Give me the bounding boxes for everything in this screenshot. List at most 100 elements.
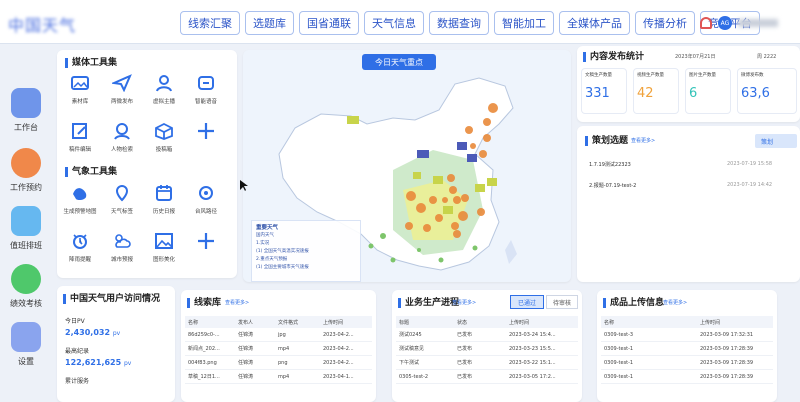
tool-rain-alert[interactable]: 降雨提醒 (61, 230, 99, 263)
sidebar-item-appointment[interactable]: 工作预约 (6, 148, 46, 193)
table-row[interactable]: 0309-test-1 2023-03-09 17:28:39 (601, 356, 773, 370)
legend-item[interactable]: 1.实况 (256, 240, 356, 248)
weather-icon (111, 230, 133, 252)
table-row[interactable]: 下午测试 已发布 2023-03-22 15:1... (396, 356, 578, 370)
visits-title: 中国天气用户访问情况 (63, 294, 160, 304)
nav-tab-all-media[interactable]: 全媒体产品 (559, 11, 630, 35)
tool-gallery[interactable]: 素材库 (61, 72, 99, 105)
stat-label: 视频生产数量 (637, 73, 664, 78)
stats-extra: 周 2222 (757, 54, 777, 60)
visit-value: 122,621,625 pv (65, 358, 132, 367)
tab-approved[interactable]: 已通过 (510, 295, 544, 309)
chart-icon (11, 264, 41, 294)
sidebar-item-performance[interactable]: 绩效考核 (6, 264, 46, 309)
legend-item[interactable]: 2.重点天气预报 (256, 256, 356, 264)
username[interactable] (738, 19, 778, 27)
uploads-table: 名称 上传时间 0309-test-3 2023-03-09 17:32:31 03… (601, 316, 773, 384)
table-row[interactable]: 测试稿意见 已发布 2023-03-23 15:5... (396, 342, 578, 356)
table-row[interactable]: 测试0245 已发布 2023-03-24 15:4... (396, 328, 578, 342)
stat-label: 微博发布数 (741, 73, 764, 78)
table-row[interactable]: 0309-test-1 2023-03-09 17:28:39 (601, 370, 773, 384)
bell-icon[interactable] (700, 17, 712, 29)
tool-inbox[interactable]: 投稿箱 (145, 120, 183, 153)
table-row[interactable]: 0309-test-3 2023-03-09 17:32:31 (601, 328, 773, 342)
sidebar-item-duty[interactable]: 值班排班 (6, 206, 46, 251)
tool-add-media[interactable] (187, 120, 225, 145)
tool-label: 素材库 (71, 99, 89, 105)
nav-tab-smart-process[interactable]: 智能加工 (494, 11, 554, 35)
table-row[interactable]: 新闻点_202... 任锦涛 mp4 2023-04-2... (185, 342, 372, 356)
topic-item-time: 2023-07-19 14:42 (727, 182, 773, 188)
tool-label: 天气标签 (110, 209, 133, 215)
sidebar-item-settings[interactable]: 设置 (6, 322, 46, 367)
tool-label: 人物检索 (110, 147, 133, 153)
avatar[interactable]: AG (718, 16, 732, 30)
topic-plan-button[interactable]: 策划 (755, 134, 797, 148)
legend-item[interactable]: 国内天气 (256, 232, 356, 240)
left-sidebar: 工作台 工作预约 值班排班 绩效考核 设置 (0, 44, 52, 402)
uploads-title: 成品上传信息 (603, 298, 664, 308)
send-icon (111, 72, 133, 94)
uploads-more-link[interactable]: 查看更多> (663, 299, 687, 306)
tool-history-report[interactable]: 历史日报 (145, 182, 183, 215)
tool-add-weather[interactable] (187, 230, 225, 255)
stat-card-images[interactable]: 图片生产数量 6 (685, 68, 731, 114)
plus-icon (195, 230, 217, 252)
topics-more-link[interactable]: 查看更多> (631, 137, 655, 144)
sidebar-label: 工作台 (14, 123, 38, 132)
stat-label: 图片生产数量 (689, 73, 716, 78)
clues-panel: 线索库 查看更多> 名称 发布人 文件格式 上传时间 86d259c0-... 任锦涛 j… (181, 290, 376, 402)
media-tools-title: 媒体工具集 (65, 58, 117, 68)
typhoon-icon (195, 182, 217, 204)
map-icon (69, 182, 91, 204)
table-row[interactable]: 0305-test-2 已发布 2023-03-05 17:2... (396, 370, 578, 384)
stat-card-articles[interactable]: 文稿生产数量 331 (581, 68, 627, 114)
person-search-icon (111, 120, 133, 142)
tool-virtual-anchor[interactable]: 虚拟主播 (145, 72, 183, 105)
tool-edit[interactable]: 稿件编辑 (61, 120, 99, 153)
tab-pending[interactable]: 待审核 (546, 295, 578, 309)
tool-label: 虚拟主播 (152, 99, 175, 105)
table-row[interactable]: 86d259c0-... 任锦涛 jpg 2023-04-2... (185, 328, 372, 342)
nav-tab-weather-info[interactable]: 天气信息 (364, 11, 424, 35)
publish-stats-panel: 内容发布统计 2023年07月21日 周 2222 文稿生产数量 331 视频生… (577, 46, 800, 122)
visit-value: 2,430,032 pv (65, 328, 121, 337)
clues-more-link[interactable]: 查看更多> (225, 299, 249, 306)
tool-person-search[interactable]: 人物检索 (103, 120, 141, 153)
tool-label: 智能语音 (194, 99, 217, 105)
nav-tab-data-query[interactable]: 数据查询 (429, 11, 489, 35)
nav-tab-liaison[interactable]: 国省通联 (299, 11, 359, 35)
stat-value: 63,6 (741, 86, 770, 101)
tool-publish[interactable]: 两微发布 (103, 72, 141, 105)
legend-title: 重要天气 (256, 225, 279, 231)
stat-card-weibo[interactable]: 微博发布数 63,6 (737, 68, 797, 114)
header-right: AG (700, 16, 778, 30)
tool-voice[interactable]: 智能语音 (187, 72, 225, 105)
production-title: 业务生产进程 (398, 298, 459, 308)
tag-icon (111, 182, 133, 204)
map-legend: 重要天气 国内天气 1.实况 (1) 全国天气高温实况速报 2.重点天气预报 (… (251, 220, 361, 282)
app-title: 中国天气 (8, 16, 77, 35)
table-row[interactable]: 004f83.png 任锦涛 png 2023-04-2... (185, 356, 372, 370)
stat-card-videos[interactable]: 视频生产数量 42 (633, 68, 679, 114)
tool-image-beautify[interactable]: 图形美化 (145, 230, 183, 263)
tool-warning-map[interactable]: 生成预警地图 (61, 182, 99, 215)
tool-weather-tag[interactable]: 天气标签 (103, 182, 141, 215)
table-row[interactable]: 草稿_12日1... 任锦涛 mp4 2023-04-1... (185, 370, 372, 384)
nav-tab-analysis[interactable]: 传播分析 (635, 11, 695, 35)
clues-title: 线索库 (187, 298, 221, 308)
topics-title: 策划选题 (585, 136, 628, 146)
topic-item-name[interactable]: 1.7.19测试22323 (589, 161, 631, 168)
sidebar-item-workbench[interactable]: 工作台 (6, 88, 46, 133)
nav-tab-clues[interactable]: 线索汇聚 (180, 11, 240, 35)
production-more-link[interactable]: 查看更多> (452, 299, 476, 306)
topic-item-name[interactable]: 2.报题-07.19-test-2 (589, 182, 636, 189)
nav-tab-topics[interactable]: 选题库 (245, 11, 294, 35)
legend-item[interactable]: (1) 全国天气高温实况速报 (256, 248, 356, 256)
legend-item[interactable]: (1) 全国主要城市天气速报 (256, 264, 356, 272)
visit-label: 最高纪录 (65, 348, 90, 355)
tool-label: 城市预报 (110, 257, 133, 263)
table-row[interactable]: 0309-test-1 2023-03-09 17:28:39 (601, 342, 773, 356)
tool-typhoon[interactable]: 台风路径 (187, 182, 225, 215)
tool-city-forecast[interactable]: 城市预报 (103, 230, 141, 263)
